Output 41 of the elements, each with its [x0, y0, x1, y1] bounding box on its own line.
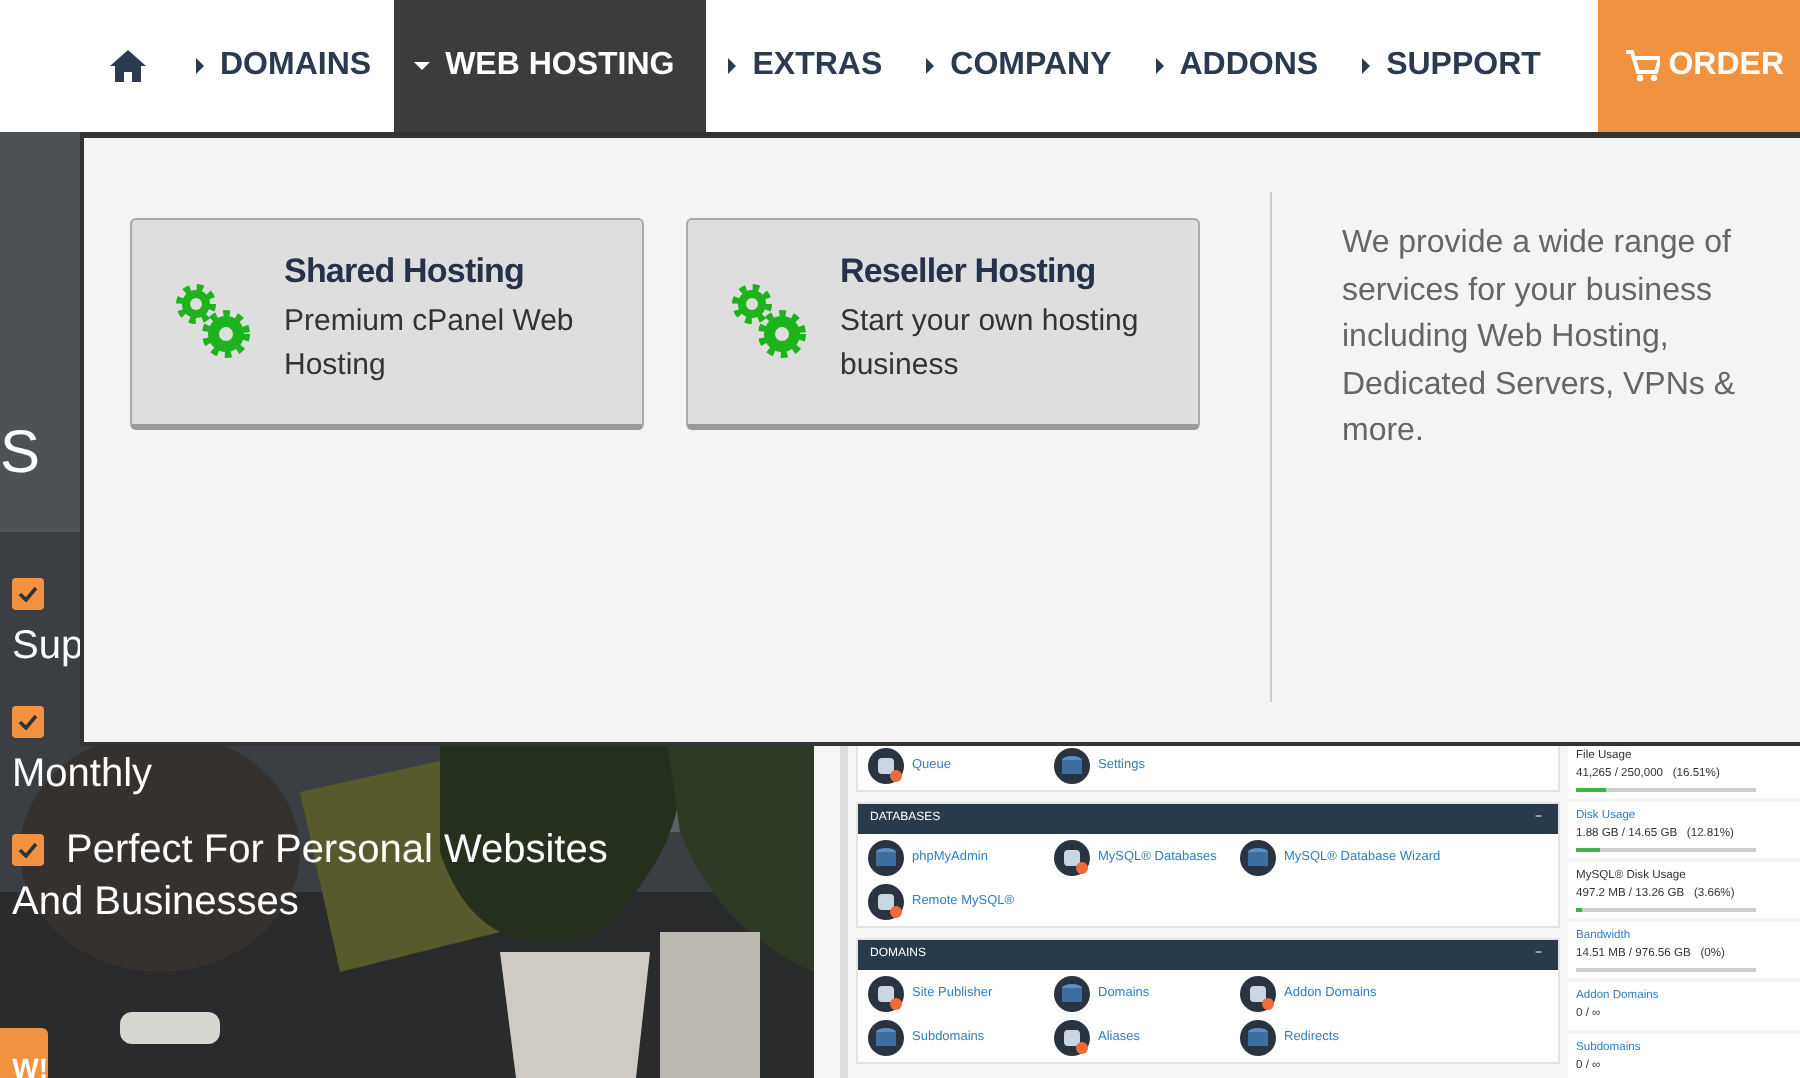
- order-button[interactable]: ORDER: [1598, 0, 1800, 132]
- app-icon: [1240, 1020, 1276, 1056]
- app-icon: [868, 976, 904, 1012]
- hosting-card[interactable]: Shared Hosting Premium cPanel Web Hosting: [130, 218, 644, 430]
- app-icon: [1240, 840, 1276, 876]
- caret-icon: [1362, 58, 1371, 74]
- caret-icon: [413, 62, 430, 70]
- gears-icon: [732, 284, 806, 358]
- gears-icon: [176, 284, 250, 358]
- caret-icon: [196, 58, 204, 74]
- app-icon: [868, 840, 904, 876]
- nav-menu-item[interactable]: WEB HOSTING: [393, 0, 707, 132]
- app-icon: [1054, 976, 1090, 1012]
- app-icon: [868, 884, 904, 920]
- caret-icon: [926, 58, 935, 74]
- card-title: Reseller Hosting: [840, 252, 1098, 293]
- nav-menu-item[interactable]: COMPANY: [904, 0, 1134, 132]
- cart-icon: [1626, 50, 1661, 82]
- nav-menu-item[interactable]: EXTRAS: [706, 0, 905, 132]
- app-icon: [1054, 748, 1090, 784]
- feature-text: Sup: [10, 622, 84, 672]
- nav-menu-item[interactable]: ADDONS: [1133, 0, 1341, 132]
- caret-icon: [1155, 58, 1164, 74]
- app-icon: [1240, 976, 1276, 1012]
- app-icon: [868, 1020, 904, 1056]
- caret-icon: [728, 58, 737, 74]
- app-icon: [868, 748, 904, 784]
- hosting-card[interactable]: Reseller Hosting Start your own hosting business: [686, 218, 1200, 430]
- app-icon: [1054, 840, 1090, 876]
- card-subtitle: Start your own hosting business: [840, 302, 1141, 387]
- nav-menu-item[interactable]: DOMAINS: [174, 0, 394, 132]
- feature-text: Monthly: [10, 750, 153, 800]
- feature-text: And Businesses: [10, 878, 299, 928]
- cta-button[interactable]: W!: [0, 1028, 48, 1078]
- feature-text: Perfect For Personal Websites: [66, 826, 608, 876]
- card-subtitle: Premium cPanel Web Hosting: [284, 302, 576, 387]
- card-title: Shared Hosting: [284, 252, 527, 293]
- hero-heading: S: [0, 424, 41, 484]
- app-icon: [1054, 1020, 1090, 1056]
- description-text: We provide a wide range of services for your business including Web Hosting, Dedicated Servers, VPNs & more.: [1342, 224, 1738, 452]
- nav-menu-item[interactable]: SUPPORT: [1340, 0, 1563, 132]
